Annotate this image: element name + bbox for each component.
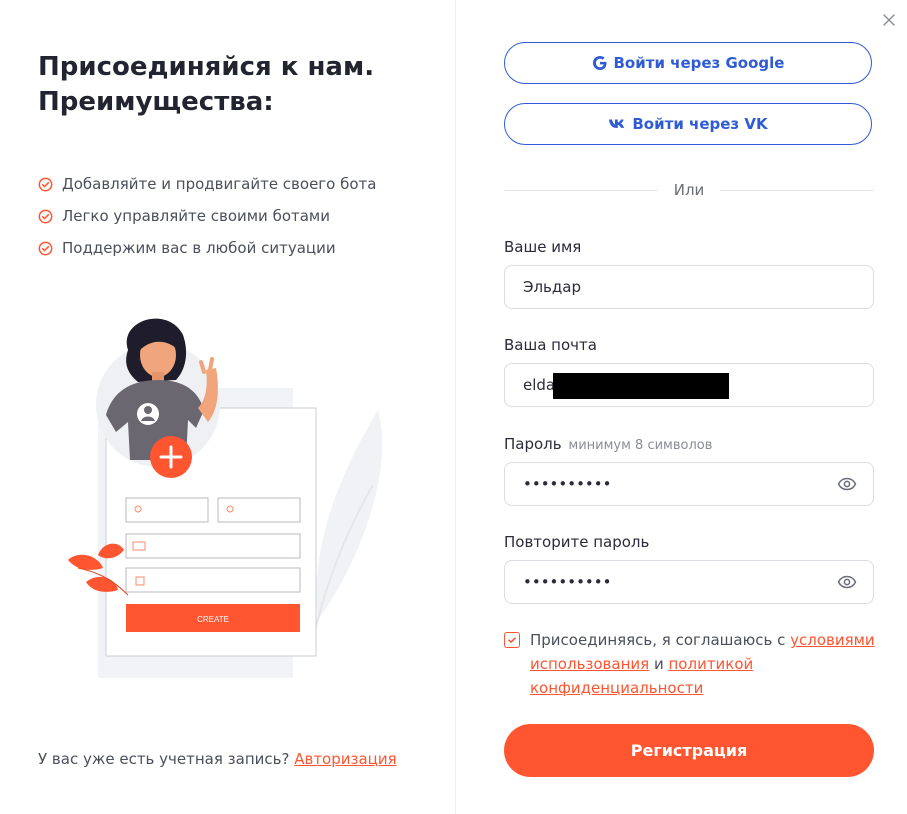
repeat-password-value: •••••••••• bbox=[523, 573, 612, 591]
terms-text: Присоединяясь, я соглашаюсь с условиями … bbox=[530, 628, 884, 700]
redaction-block bbox=[553, 373, 729, 399]
vk-login-label: Войти через VK bbox=[632, 115, 768, 133]
left-panel: Присоединяйся к нам. Преимущества: Добав… bbox=[0, 0, 455, 814]
eye-icon[interactable] bbox=[837, 574, 857, 590]
benefit-item: Легко управляйте своими ботами bbox=[38, 200, 377, 232]
benefits-list: Добавляйте и продвигайте своего бота Лег… bbox=[38, 168, 377, 264]
name-label: Ваше имя bbox=[504, 238, 582, 256]
name-value: Эльдар bbox=[523, 278, 581, 296]
eye-icon[interactable] bbox=[837, 476, 857, 492]
benefit-item: Добавляйте и продвигайте своего бота bbox=[38, 168, 377, 200]
password-label: Пароль bbox=[504, 435, 562, 453]
terms-checkbox[interactable] bbox=[504, 632, 520, 648]
checkmark-icon bbox=[508, 637, 516, 643]
vk-icon bbox=[608, 118, 626, 130]
google-login-label: Войти через Google bbox=[613, 54, 785, 72]
login-link[interactable]: Авторизация bbox=[294, 750, 396, 768]
signup-illustration: CREATE bbox=[68, 318, 383, 678]
vk-login-button[interactable]: Войти через VK bbox=[504, 103, 872, 145]
separator-line bbox=[504, 189, 658, 191]
password-field[interactable]: •••••••••• bbox=[504, 462, 874, 506]
or-label: Или bbox=[673, 181, 705, 199]
account-prompt: У вас уже есть учетная запись? Авторизац… bbox=[38, 750, 397, 768]
google-icon bbox=[592, 55, 608, 71]
google-login-button[interactable]: Войти через Google bbox=[504, 42, 872, 84]
and-text: и bbox=[653, 655, 664, 673]
repeat-password-field[interactable]: •••••••••• bbox=[504, 560, 874, 604]
email-field[interactable]: elda bbox=[504, 363, 874, 407]
title-line-2: Преимущества: bbox=[38, 87, 274, 117]
agree-text: Присоединяясь, я соглашаюсь с bbox=[530, 631, 786, 649]
right-panel: Войти через Google Войти через VK Или Ва… bbox=[456, 0, 907, 814]
password-label-row: Пароль минимум 8 символов bbox=[504, 435, 712, 453]
benefit-text: Добавляйте и продвигайте своего бота bbox=[62, 175, 377, 193]
check-circle-icon bbox=[38, 241, 53, 255]
account-prompt-text: У вас уже есть учетная запись? bbox=[38, 750, 290, 768]
check-circle-icon bbox=[38, 177, 53, 191]
benefit-item: Поддержим вас в любой ситуации bbox=[38, 232, 377, 264]
password-hint: минимум 8 символов bbox=[568, 438, 713, 453]
close-icon[interactable] bbox=[879, 10, 899, 30]
page-title: Присоединяйся к нам. Преимущества: bbox=[38, 50, 438, 120]
email-label: Ваша почта bbox=[504, 336, 597, 354]
benefit-text: Поддержим вас в любой ситуации bbox=[62, 239, 336, 257]
check-circle-icon bbox=[38, 209, 53, 223]
or-separator: Или bbox=[504, 180, 874, 200]
illustration-button-label: CREATE bbox=[197, 615, 229, 624]
register-button[interactable]: Регистрация bbox=[504, 724, 874, 777]
leaf-decoration bbox=[312, 410, 383, 641]
repeat-password-label: Повторите пароль bbox=[504, 533, 650, 551]
terms-agreement: Присоединяясь, я соглашаюсь с условиями … bbox=[504, 628, 884, 700]
title-line-1: Присоединяйся к нам. bbox=[38, 52, 375, 82]
separator-line bbox=[720, 189, 874, 191]
benefit-text: Легко управляйте своими ботами bbox=[62, 207, 330, 225]
password-value: •••••••••• bbox=[523, 475, 612, 493]
name-field[interactable]: Эльдар bbox=[504, 265, 874, 309]
